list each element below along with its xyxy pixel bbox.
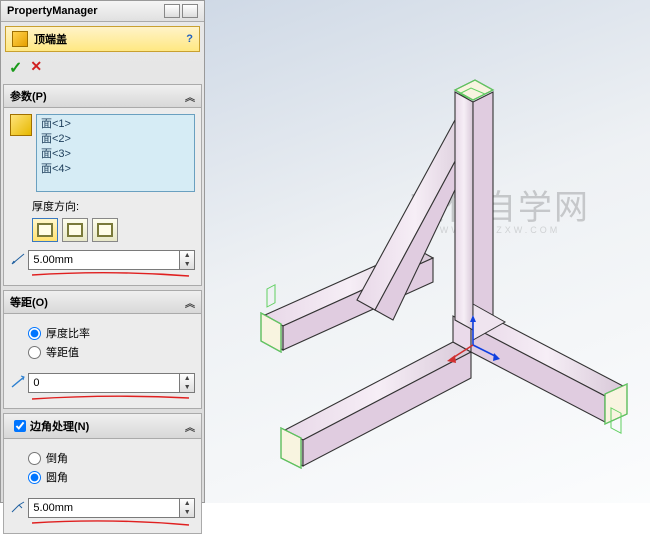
section-offset-header[interactable]: 等距(O) ︽ (4, 291, 201, 314)
corner-fillet-radio[interactable] (28, 471, 41, 484)
list-item[interactable]: 面<3> (41, 147, 190, 162)
chevron-up-icon: ︽ (185, 295, 195, 310)
corner-radius-icon (10, 500, 26, 517)
endcap-icon (12, 31, 28, 47)
corner-chamfer-option[interactable]: 倒角 (28, 450, 191, 466)
action-row: ✓ ✕ (1, 56, 204, 84)
corner-fillet-label: 圆角 (46, 469, 68, 485)
offset-ratio-label: 厚度比率 (46, 325, 90, 341)
annotation-underline (30, 271, 191, 279)
corner-radius-spinner[interactable]: ▲▼ (180, 498, 195, 518)
thickness-icon (10, 252, 26, 269)
section-offset: 等距(O) ︽ 厚度比率 等距值 (3, 290, 202, 409)
list-item[interactable]: 面<1> (41, 117, 190, 132)
pm-collapse-button[interactable] (164, 4, 180, 18)
offset-ratio-option[interactable]: 厚度比率 (28, 325, 191, 341)
section-corner-title: 边角处理(N) (30, 418, 89, 434)
thickness-dir-both-button[interactable] (62, 218, 88, 242)
offset-value-option[interactable]: 等距值 (28, 344, 191, 360)
pm-title: PropertyManager (7, 5, 97, 17)
section-params: 参数(P) ︽ 面<1> 面<2> 面<3> 面<4> 厚度方向: (3, 84, 202, 286)
chevron-up-icon: ︽ (185, 419, 195, 434)
offset-value-label: 等距值 (46, 344, 79, 360)
corner-fillet-option[interactable]: 圆角 (28, 469, 191, 485)
feature-name: 顶端盖 (34, 31, 67, 47)
weldment-model (205, 0, 650, 503)
face-selection-icon (10, 114, 32, 136)
offset-icon (10, 375, 26, 392)
chevron-up-icon: ︽ (185, 89, 195, 104)
thickness-dir-inward-button[interactable] (92, 218, 118, 242)
thickness-spinner[interactable]: ▲▼ (180, 250, 195, 270)
offset-input[interactable] (28, 373, 180, 393)
section-params-title: 参数(P) (10, 88, 47, 104)
model-viewport[interactable]: 软件自学网 WWW.RJZXW.COM (205, 0, 650, 503)
help-button[interactable]: ? (186, 33, 193, 45)
list-item[interactable]: 面<2> (41, 132, 190, 147)
pm-pin-button[interactable] (182, 4, 198, 18)
corner-radius-input[interactable] (28, 498, 180, 518)
annotation-underline (30, 394, 191, 402)
thickness-direction-group (32, 218, 195, 242)
pm-header: PropertyManager (1, 1, 204, 22)
annotation-underline (30, 519, 191, 527)
section-params-header[interactable]: 参数(P) ︽ (4, 85, 201, 108)
cancel-button[interactable]: ✕ (30, 58, 42, 78)
offset-ratio-radio[interactable] (28, 327, 41, 340)
offset-spinner[interactable]: ▲▼ (180, 373, 195, 393)
property-manager-panel: PropertyManager 顶端盖 ? ✓ ✕ 参数(P) ︽ (0, 0, 205, 503)
section-offset-title: 等距(O) (10, 294, 48, 310)
thickness-direction-label: 厚度方向: (32, 198, 195, 214)
section-corner: 边角处理(N) ︽ 倒角 圆角 (3, 413, 202, 534)
offset-value-radio[interactable] (28, 346, 41, 359)
feature-title-bar: 顶端盖 ? (5, 26, 200, 52)
face-selection-list[interactable]: 面<1> 面<2> 面<3> 面<4> (36, 114, 195, 192)
thickness-dir-outward-button[interactable] (32, 218, 58, 242)
ok-button[interactable]: ✓ (9, 58, 22, 78)
corner-chamfer-radio[interactable] (28, 452, 41, 465)
corner-chamfer-label: 倒角 (46, 450, 68, 466)
thickness-input[interactable] (28, 250, 180, 270)
section-corner-header[interactable]: 边角处理(N) ︽ (4, 414, 201, 439)
corner-enable-checkbox[interactable] (14, 420, 26, 432)
list-item[interactable]: 面<4> (41, 162, 190, 177)
